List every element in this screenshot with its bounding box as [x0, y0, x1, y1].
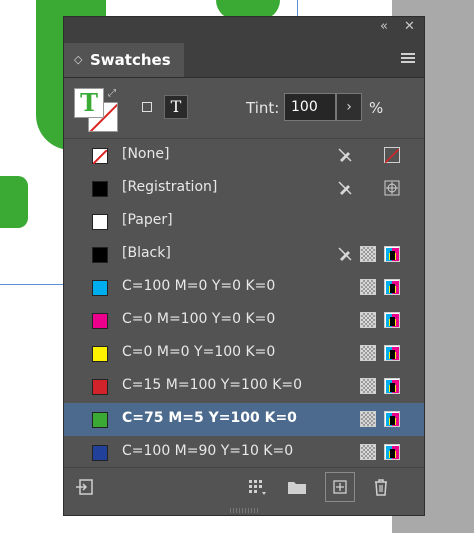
swatch-label: C=0 M=0 Y=100 K=0 — [122, 344, 276, 360]
no-edit-pencil-icon — [338, 247, 352, 261]
swatch-row-blue[interactable]: C=100 M=90 Y=10 K=0 — [64, 436, 424, 469]
swatch-chip — [92, 313, 108, 329]
process-color-icon — [360, 279, 376, 295]
tab-expand-icon[interactable]: ◇ — [74, 43, 82, 77]
formatting-container-icon[interactable] — [142, 102, 152, 112]
swatch-label: C=75 M=5 Y=100 K=0 — [122, 410, 297, 426]
collapse-panel-icon[interactable]: « — [380, 19, 388, 34]
none-icon — [384, 147, 400, 164]
panel-titlebar[interactable]: « ✕ — [64, 17, 424, 39]
new-swatch-button[interactable] — [325, 472, 355, 502]
process-color-icon — [360, 312, 376, 328]
swatch-chip — [92, 148, 108, 165]
cmyk-mode-icon — [384, 378, 400, 394]
new-color-group-icon[interactable] — [286, 476, 308, 498]
swatch-row-none[interactable]: [None] — [64, 139, 424, 172]
process-color-icon — [360, 378, 376, 394]
fill-text-swatch[interactable]: T — [74, 88, 104, 118]
swatch-chip — [92, 445, 108, 461]
swatch-label: [Registration] — [122, 179, 218, 195]
swatch-row-yellow[interactable]: C=0 M=0 Y=100 K=0 — [64, 337, 424, 370]
swatch-chip — [92, 280, 108, 296]
import-swatch-icon[interactable] — [74, 476, 96, 498]
close-panel-icon[interactable]: ✕ — [404, 19, 415, 34]
new-swatch-icon — [333, 480, 347, 494]
cmyk-mode-icon — [384, 444, 400, 460]
tab-swatches[interactable]: ◇ Swatches — [64, 43, 184, 77]
no-edit-pencil-icon — [338, 148, 352, 162]
swatch-view-icon[interactable] — [246, 476, 268, 498]
swatch-chip — [92, 379, 108, 395]
panel-tab-row: ◇ Swatches — [64, 39, 424, 78]
tint-percent-label: % — [369, 99, 384, 117]
delete-swatch-icon[interactable] — [370, 476, 392, 498]
swatch-label: [None] — [122, 146, 170, 162]
tint-input[interactable]: 100 — [284, 93, 336, 121]
swatch-chip — [92, 214, 108, 230]
swatch-label: [Black] — [122, 245, 171, 261]
tint-dropdown-button[interactable]: › — [336, 93, 362, 121]
swatch-chip — [92, 247, 108, 263]
swatch-label: C=15 M=100 Y=100 K=0 — [122, 377, 303, 393]
swatch-row-registration[interactable]: [Registration] — [64, 172, 424, 205]
process-color-icon — [360, 345, 376, 361]
swatch-row-paper[interactable]: [Paper] — [64, 205, 424, 238]
panel-bottom-toolbar — [64, 467, 424, 508]
swatch-label: C=0 M=100 Y=0 K=0 — [122, 311, 276, 327]
cmyk-mode-icon — [384, 411, 400, 427]
cmyk-mode-icon — [384, 246, 400, 262]
swatch-row-red[interactable]: C=15 M=100 Y=100 K=0 — [64, 370, 424, 403]
formatting-text-button[interactable]: T — [164, 95, 188, 119]
registration-icon — [384, 180, 400, 196]
no-edit-pencil-icon — [338, 181, 352, 195]
swatch-label: [Paper] — [122, 212, 173, 228]
process-color-icon — [360, 246, 376, 262]
swap-fill-stroke-icon[interactable]: ⤢ — [108, 88, 116, 99]
swatch-list: [None] [Registration] [Paper] [Black] C=… — [64, 138, 424, 467]
margin-guide-horizontal — [0, 284, 66, 285]
panel-resize-grip[interactable] — [230, 508, 260, 513]
swatch-row-cyan[interactable]: C=100 M=0 Y=0 K=0 — [64, 271, 424, 304]
panel-menu-icon[interactable] — [401, 53, 415, 63]
swatch-label: C=100 M=90 Y=10 K=0 — [122, 443, 294, 459]
swatch-row-black[interactable]: [Black] — [64, 238, 424, 271]
process-color-icon — [360, 411, 376, 427]
green-artwork-shape-left — [0, 176, 28, 228]
none-slash-icon — [92, 149, 108, 165]
swatch-chip — [92, 412, 108, 428]
fill-stroke-control[interactable]: T ⤢ — [74, 88, 118, 132]
cmyk-mode-icon — [384, 345, 400, 361]
cmyk-mode-icon — [384, 312, 400, 328]
swatch-chip — [92, 346, 108, 362]
swatch-row-magenta[interactable]: C=0 M=100 Y=0 K=0 — [64, 304, 424, 337]
swatch-chip — [92, 181, 108, 197]
process-color-icon — [360, 444, 376, 460]
tab-title: Swatches — [90, 51, 171, 69]
cmyk-mode-icon — [384, 279, 400, 295]
swatch-label: C=100 M=0 Y=0 K=0 — [122, 278, 276, 294]
swatch-row-green-selected[interactable]: C=75 M=5 Y=100 K=0 — [64, 403, 424, 436]
swatches-panel: « ✕ ◇ Swatches T ⤢ T Tint: 100 › % [None… — [63, 16, 425, 516]
tint-label: Tint: — [246, 99, 280, 117]
